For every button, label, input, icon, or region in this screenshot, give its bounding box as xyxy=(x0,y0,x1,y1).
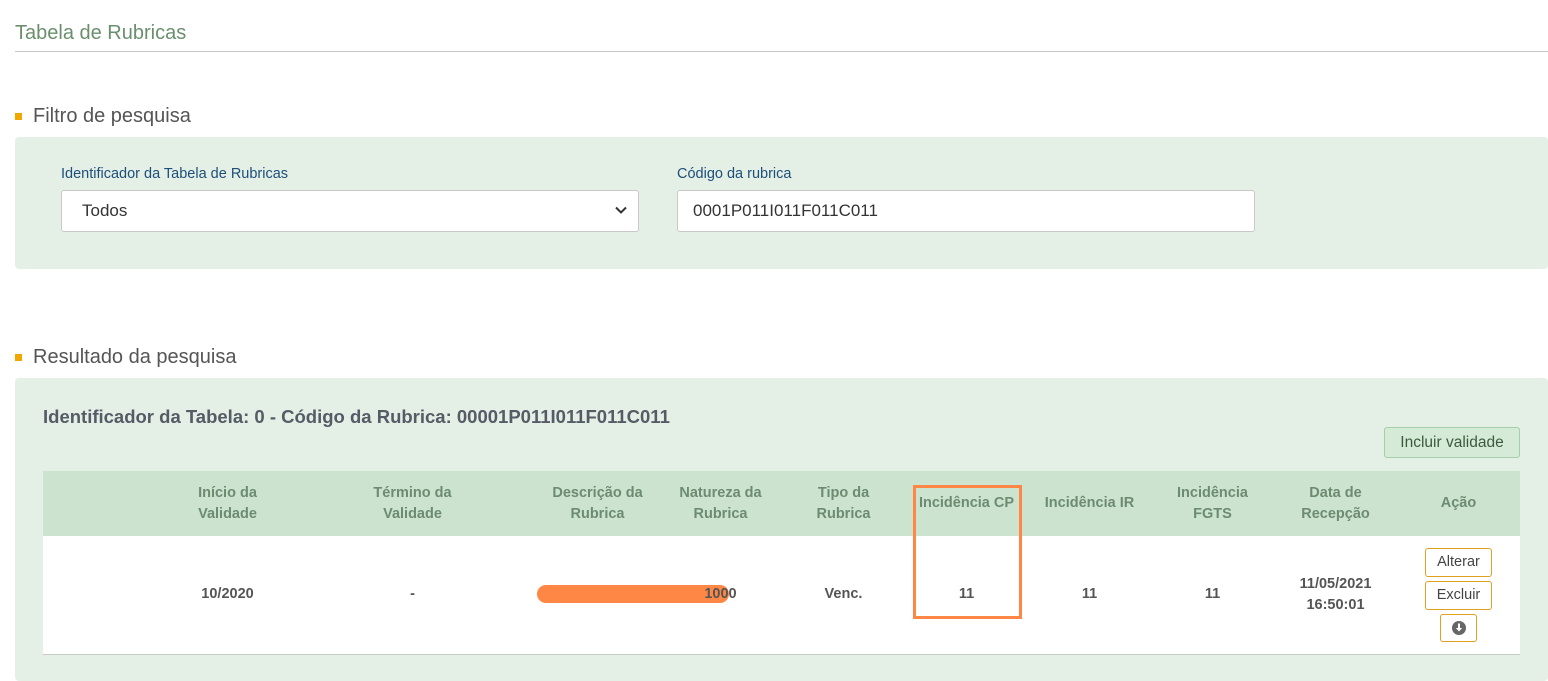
column-header-incidencia-cp: Incidência CP xyxy=(918,495,1015,511)
cell-descricao xyxy=(536,536,729,654)
section-marker-icon xyxy=(15,354,22,361)
results-table: Início da Validade Término da Validade Des… xyxy=(43,471,1520,655)
cell-data-recepcao: 11/05/2021 16:50:01 xyxy=(1299,575,1372,613)
download-icon xyxy=(1451,620,1466,635)
redaction-mark xyxy=(537,585,729,604)
results-section-heading: Resultado da pesquisa xyxy=(15,346,236,369)
column-header-incidencia-ir: Incidência IR xyxy=(1044,495,1135,511)
cell-termino-validade: - xyxy=(410,586,415,603)
table-row: 10/2020 - 1000 Venc. 11 11 11 11/05/2021… xyxy=(43,536,1520,654)
code-input[interactable] xyxy=(677,190,1255,232)
alterar-button[interactable]: Alterar xyxy=(1425,547,1492,577)
identifier-select-value: Todos xyxy=(82,201,128,220)
identifier-select[interactable]: Todos xyxy=(61,190,639,232)
results-heading-text: Resultado da pesquisa xyxy=(33,346,237,368)
cell-inicio-validade: 10/2020 xyxy=(201,586,254,603)
column-header-termino-validade: Término da Validade xyxy=(373,484,452,522)
column-header-inicio-validade: Início da Validade xyxy=(198,484,257,522)
filter-section-heading: Filtro de pesquisa xyxy=(15,105,191,128)
download-button[interactable] xyxy=(1440,613,1477,642)
cell-incidencia-cp: 11 xyxy=(958,586,975,603)
code-label: Código da rubrica xyxy=(677,166,792,182)
column-header-acao: Ação xyxy=(1440,495,1477,511)
cell-blank xyxy=(43,536,166,654)
section-marker-icon xyxy=(15,113,22,120)
cell-incidencia-ir: 11 xyxy=(1081,586,1098,603)
table-header-row: Início da Validade Término da Validade Des… xyxy=(43,471,1520,536)
column-header-natureza: Natureza da Rubrica xyxy=(679,484,762,522)
cell-acao: Alterar Excluir xyxy=(1397,536,1520,654)
column-header-tipo: Tipo da Rubrica xyxy=(816,484,871,522)
column-header-data-recepcao: Data de Recepção xyxy=(1301,484,1370,522)
filter-heading-text: Filtro de pesquisa xyxy=(33,105,191,127)
page-title: Tabela de Rubricas xyxy=(15,22,1548,52)
column-header-incidencia-fgts: Incidência FGTS xyxy=(1177,484,1248,522)
cell-tipo: Venc. xyxy=(824,586,863,603)
column-header-blank xyxy=(43,471,166,536)
column-header-descricao: Descrição da Rubrica xyxy=(552,484,643,522)
filter-panel: Identificador da Tabela de Rubricas Todo… xyxy=(15,137,1548,269)
include-validity-button[interactable]: Incluir validade xyxy=(1384,427,1520,458)
identifier-label: Identificador da Tabela de Rubricas xyxy=(61,166,289,182)
excluir-button[interactable]: Excluir xyxy=(1425,580,1492,610)
chevron-down-icon xyxy=(615,206,627,214)
results-title: Identificador da Tabela: 0 - Código da R… xyxy=(43,406,670,427)
cell-incidencia-fgts: 11 xyxy=(1204,586,1221,603)
